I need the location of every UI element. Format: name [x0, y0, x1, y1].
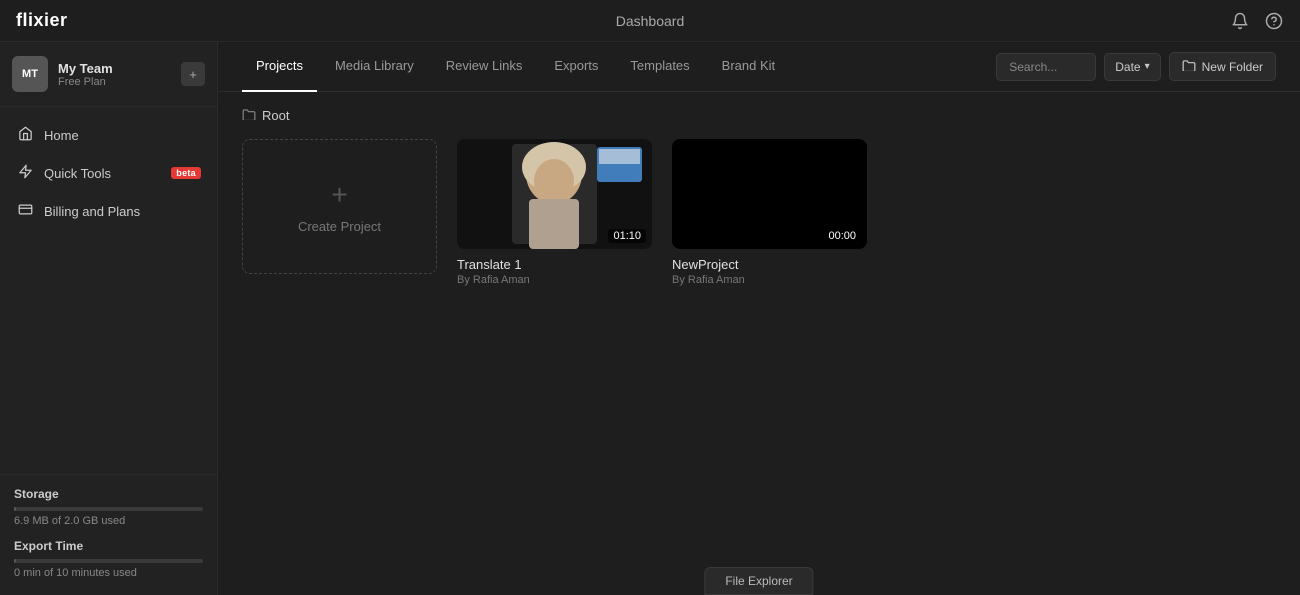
project-duration-new-project: 00:00 [823, 229, 861, 243]
help-icon[interactable] [1264, 11, 1284, 31]
breadcrumb-label: Root [262, 108, 289, 123]
team-settings-button[interactable]: + [181, 62, 205, 86]
create-project-card[interactable]: + Create Project [242, 139, 437, 274]
topbar-actions [1230, 11, 1284, 31]
team-plan: Free Plan [58, 76, 171, 88]
export-time-text: 0 min of 10 minutes used [14, 567, 203, 579]
team-name: My Team [58, 61, 171, 76]
breadcrumb-folder-icon [242, 108, 256, 123]
notification-icon[interactable] [1230, 11, 1250, 31]
quick-tools-icon [16, 164, 34, 182]
sidebar-item-billing[interactable]: Billing and Plans [6, 193, 211, 229]
breadcrumb: Root [242, 108, 1276, 123]
tab-media-library[interactable]: Media Library [321, 42, 428, 92]
project-thumbnail-new-project: 00:00 [672, 139, 867, 249]
tab-templates[interactable]: Templates [616, 42, 703, 92]
content-area: Projects Media Library Review Links Expo… [218, 42, 1300, 595]
topbar: flixier Dashboard [0, 0, 1300, 42]
content-wrapper: Root + Create Project [218, 92, 1300, 595]
storage-bar-background [14, 507, 203, 511]
project-author-translate-1: By Rafia Aman [457, 274, 652, 286]
projects-area: Root + Create Project [218, 92, 1300, 595]
file-explorer-bar[interactable]: File Explorer [704, 567, 813, 595]
project-thumbnail-translate-1: 01:10 [457, 139, 652, 249]
quick-tools-label: Quick Tools [44, 166, 161, 181]
project-name-translate-1: Translate 1 [457, 257, 652, 272]
sidebar: MT My Team Free Plan + Home [0, 42, 218, 595]
team-section: MT My Team Free Plan + [0, 42, 217, 107]
tab-projects[interactable]: Projects [242, 42, 317, 92]
sidebar-item-quick-tools[interactable]: Quick Tools beta [6, 155, 211, 191]
app-logo: flixier [16, 10, 68, 31]
home-label: Home [44, 128, 201, 143]
project-card-translate-1[interactable]: 01:10 Translate 1 By Rafia Aman [457, 139, 652, 286]
sidebar-item-home[interactable]: Home [6, 117, 211, 153]
team-info: My Team Free Plan [58, 61, 171, 88]
tab-brand-kit[interactable]: Brand Kit [708, 42, 789, 92]
sidebar-bottom: Storage 6.9 MB of 2.0 GB used Export Tim… [0, 474, 217, 595]
date-filter-button[interactable]: Date ▾ [1104, 53, 1160, 81]
export-bar-fill [14, 559, 16, 563]
project-name-new-project: NewProject [672, 257, 867, 272]
storage-bar-fill [14, 507, 16, 511]
export-time-label: Export Time [14, 539, 203, 553]
tab-exports[interactable]: Exports [540, 42, 612, 92]
tab-review-links[interactable]: Review Links [432, 42, 537, 92]
tab-bar: Projects Media Library Review Links Expo… [218, 42, 1300, 92]
create-project-label: Create Project [298, 219, 381, 234]
projects-grid: + Create Project [242, 139, 1276, 286]
main-layout: MT My Team Free Plan + Home [0, 42, 1300, 595]
storage-label: Storage [14, 487, 203, 501]
new-folder-button[interactable]: New Folder [1169, 52, 1276, 81]
project-author-new-project: By Rafia Aman [672, 274, 867, 286]
team-avatar: MT [12, 56, 48, 92]
page-title: Dashboard [616, 13, 685, 29]
search-input[interactable]: Search... [996, 53, 1096, 81]
home-icon [16, 126, 34, 144]
chevron-down-icon: ▾ [1145, 61, 1150, 72]
billing-icon [16, 202, 34, 220]
billing-label: Billing and Plans [44, 204, 201, 219]
storage-text: 6.9 MB of 2.0 GB used [14, 515, 203, 527]
toolbar-right: Search... Date ▾ New Folder [996, 52, 1276, 81]
folder-icon [1182, 59, 1196, 74]
project-card-new-project[interactable]: 00:00 NewProject By Rafia Aman [672, 139, 867, 286]
export-bar-background [14, 559, 203, 563]
project-duration-translate-1: 01:10 [608, 229, 646, 243]
create-plus-icon: + [331, 179, 347, 211]
beta-badge: beta [171, 167, 201, 179]
nav-items: Home Quick Tools beta Billing [0, 107, 217, 474]
